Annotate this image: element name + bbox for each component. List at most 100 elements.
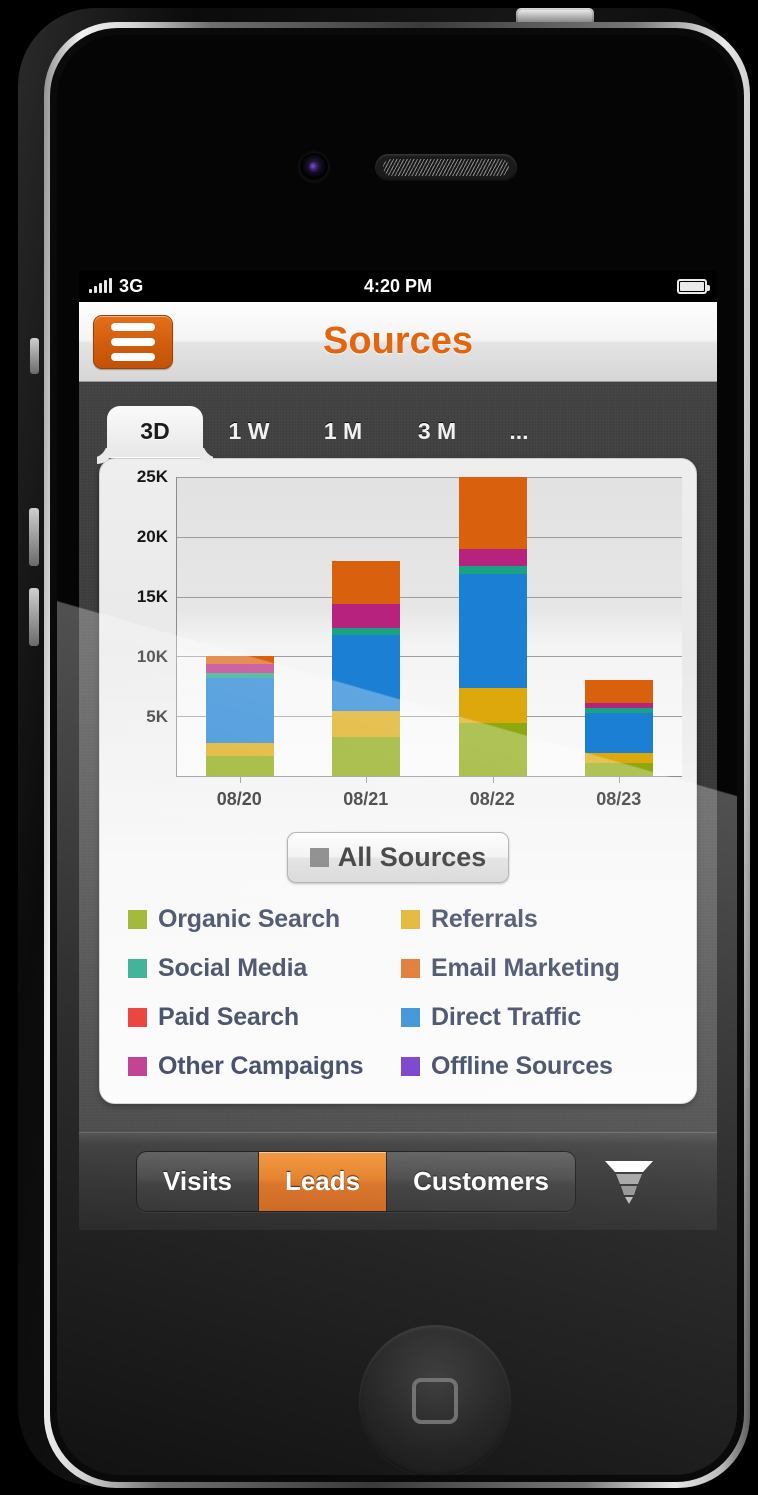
date-range-tabs: 3D 1 W1 M3 M... <box>99 406 697 458</box>
legend-swatch-icon <box>128 1008 147 1027</box>
tab-1-m[interactable]: 1 M <box>295 406 391 458</box>
legend-item-social-media[interactable]: Social Media <box>128 954 401 983</box>
legend-label: Other Campaigns <box>158 1052 364 1080</box>
navigation-bar: Sources <box>79 302 717 382</box>
legend-item-direct-traffic[interactable]: Direct Traffic <box>401 1003 674 1032</box>
legend-swatch-icon <box>128 1057 147 1076</box>
bar-slot <box>430 477 556 783</box>
bar-slot <box>556 477 682 783</box>
legend-label: Email Marketing <box>431 954 620 982</box>
bar-segment <box>332 634 401 712</box>
earpiece-mesh <box>383 159 509 176</box>
legend-item-offline-sources[interactable]: Offline Sources <box>401 1052 674 1081</box>
battery-fill <box>680 281 704 291</box>
tab-1-w[interactable]: 1 W <box>203 406 295 458</box>
x-axis-tickmark <box>492 776 494 783</box>
y-axis-tick: 15K <box>136 587 168 606</box>
legend-label: Social Media <box>158 954 308 982</box>
page-title: Sources <box>323 320 473 362</box>
bar-slot <box>303 477 429 783</box>
x-axis-label: 08/23 <box>596 789 642 809</box>
legend-swatch-icon <box>401 1008 420 1027</box>
front-camera-icon <box>300 153 328 181</box>
chart-panel: 5K 10K 15K 20K 25K 08/20 08/21 08/22 08/23 All … <box>99 458 697 1104</box>
bar-segment <box>332 560 401 604</box>
bar-segment <box>584 680 653 704</box>
bar-segment <box>584 712 653 754</box>
legend-swatch-icon <box>128 910 147 929</box>
bar-segment <box>206 742 275 756</box>
bar-segment <box>458 548 527 566</box>
bar-segment <box>458 723 527 776</box>
bar-segment <box>332 627 401 635</box>
bar-segment <box>458 687 527 724</box>
bar-segment <box>332 603 401 628</box>
status-time: 4:20 PM <box>363 275 433 296</box>
legend-swatch-icon <box>128 959 147 978</box>
home-button[interactable] <box>359 1325 511 1475</box>
legend-swatch-icon <box>401 959 420 978</box>
bar-segment <box>206 677 275 743</box>
status-bar: 3G 4:20 PM <box>79 270 717 302</box>
legend-label: Paid Search <box>158 1003 299 1031</box>
x-axis: 08/20 08/21 08/22 08/23 <box>176 789 682 810</box>
bar-segment <box>206 755 275 776</box>
segment-visits[interactable]: Visits <box>137 1152 259 1211</box>
battery-full-icon <box>677 278 710 294</box>
phone-frame: 3G 4:20 PM Sources 3D 1 W1 M3 M... 5K 10K 1… <box>18 8 750 1488</box>
all-sources-label: All Sources <box>337 842 487 872</box>
bottom-toolbar: Visits Leads Customers <box>79 1132 717 1230</box>
legend-item-referrals[interactable]: Referrals <box>401 905 674 934</box>
segment-leads[interactable]: Leads <box>258 1152 388 1211</box>
legend-label: Offline Sources <box>431 1052 613 1080</box>
x-axis-label: 08/22 <box>469 789 515 809</box>
bar-segment <box>458 573 527 688</box>
legend-label: Direct Traffic <box>431 1003 582 1031</box>
all-sources-button[interactable]: All Sources <box>286 832 510 883</box>
funnel-icon[interactable] <box>598 1154 660 1210</box>
volume-up-button[interactable] <box>29 508 39 566</box>
chart-legend: Organic Search Referrals Social Media Email… <box>114 905 682 1087</box>
phone-screen: 3G 4:20 PM Sources 3D 1 W1 M3 M... 5K 10K 1… <box>79 270 717 1230</box>
legend-item-email-marketing[interactable]: Email Marketing <box>401 954 674 983</box>
funnel-svg <box>604 1160 653 1204</box>
tab-3d[interactable]: 3D <box>107 406 203 458</box>
bar-segment <box>332 736 401 776</box>
legend-item-other-campaigns[interactable]: Other Campaigns <box>128 1052 401 1081</box>
stacked-bar[interactable] <box>206 656 275 776</box>
all-sources-swatch-icon <box>309 848 329 867</box>
segment-customers[interactable]: Customers <box>387 1152 575 1211</box>
y-axis-tick: 10K <box>136 647 168 666</box>
legend-swatch-icon <box>401 910 420 929</box>
all-sources-row: All Sources <box>114 832 682 883</box>
chart-area: 5K 10K 15K 20K 25K <box>114 467 682 783</box>
tab-3-m[interactable]: 3 M <box>391 406 483 458</box>
home-square-icon <box>412 1378 458 1424</box>
stacked-bar[interactable] <box>584 680 653 776</box>
power-button[interactable] <box>518 10 592 22</box>
legend-item-paid-search[interactable]: Paid Search <box>128 1003 401 1032</box>
legend-item-organic-search[interactable]: Organic Search <box>128 905 401 934</box>
plot-area <box>176 477 682 783</box>
x-axis-label: 08/20 <box>216 789 262 809</box>
legend-label: Referrals <box>431 905 538 933</box>
y-axis-tick: 20K <box>136 527 168 546</box>
legend-swatch-icon <box>401 1057 420 1076</box>
bar-segment <box>206 663 275 673</box>
tab-[interactable]: ... <box>483 406 555 458</box>
y-axis: 5K 10K 15K 20K 25K <box>114 467 176 777</box>
x-axis-tickmark <box>366 776 368 783</box>
bar-segment <box>458 565 527 574</box>
silent-switch[interactable] <box>30 338 39 374</box>
bar-segment <box>458 477 527 549</box>
volume-down-button[interactable] <box>29 588 39 646</box>
stacked-bar[interactable] <box>458 477 527 776</box>
stacked-bar[interactable] <box>332 560 401 776</box>
bar-group <box>177 477 682 783</box>
bar-slot <box>177 477 303 783</box>
phone-glass: 3G 4:20 PM Sources 3D 1 W1 M3 M... 5K 10K 1… <box>57 35 737 1475</box>
metric-segmented-control: Visits Leads Customers <box>136 1151 576 1212</box>
x-axis-label: 08/21 <box>343 789 389 809</box>
hamburger-menu-icon[interactable] <box>93 314 173 369</box>
legend-label: Organic Search <box>158 905 341 933</box>
